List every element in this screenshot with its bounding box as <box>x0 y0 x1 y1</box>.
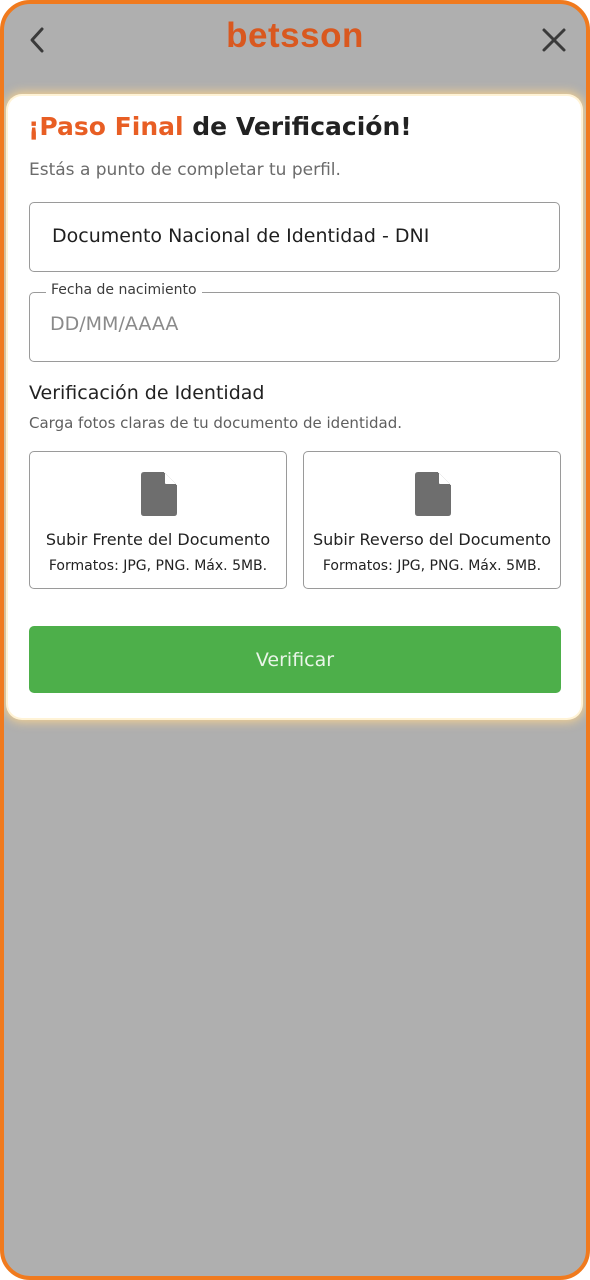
document-type-field[interactable]: Documento Nacional de Identidad - DNI <box>29 202 560 272</box>
upload-back-button[interactable]: Subir Reverso del Documento Formatos: JP… <box>303 451 561 589</box>
close-icon <box>542 28 566 52</box>
upload-front-button[interactable]: Subir Frente del Documento Formatos: JPG… <box>29 451 287 589</box>
top-bar: betsson <box>4 4 586 80</box>
identity-section-title: Verificación de Identidad <box>29 382 265 404</box>
card-title-accent: ¡Paso Final <box>28 112 184 141</box>
upload-front-formats: Formatos: JPG, PNG. Máx. 5MB. <box>48 558 268 574</box>
document-icon <box>415 472 451 516</box>
document-type-value: Documento Nacional de Identidad - DNI <box>52 225 430 247</box>
birthdate-label: Fecha de nacimiento <box>46 282 202 298</box>
upload-back-label: Subir Reverso del Documento <box>312 530 552 549</box>
document-icon <box>141 472 177 516</box>
upload-front-label: Subir Frente del Documento <box>45 530 271 549</box>
card-subtitle: Estás a punto de completar tu perfil. <box>29 160 341 180</box>
birthdate-field[interactable]: Fecha de nacimiento <box>29 282 560 362</box>
verification-card: ¡Paso Final de Verificación! Estás a pun… <box>8 96 581 718</box>
app-frame: betsson ¡Paso Final de Verificación! Est… <box>0 0 590 1280</box>
close-button[interactable] <box>536 22 572 58</box>
upload-back-formats: Formatos: JPG, PNG. Máx. 5MB. <box>322 558 542 574</box>
verify-button[interactable]: Verificar <box>29 626 561 693</box>
brand-logo: betsson <box>226 16 364 55</box>
card-title: ¡Paso Final de Verificación! <box>28 112 412 141</box>
card-title-rest: de Verificación! <box>183 112 412 141</box>
birthdate-input[interactable] <box>50 313 530 335</box>
identity-section-subtitle: Carga fotos claras de tu documento de id… <box>29 414 402 432</box>
